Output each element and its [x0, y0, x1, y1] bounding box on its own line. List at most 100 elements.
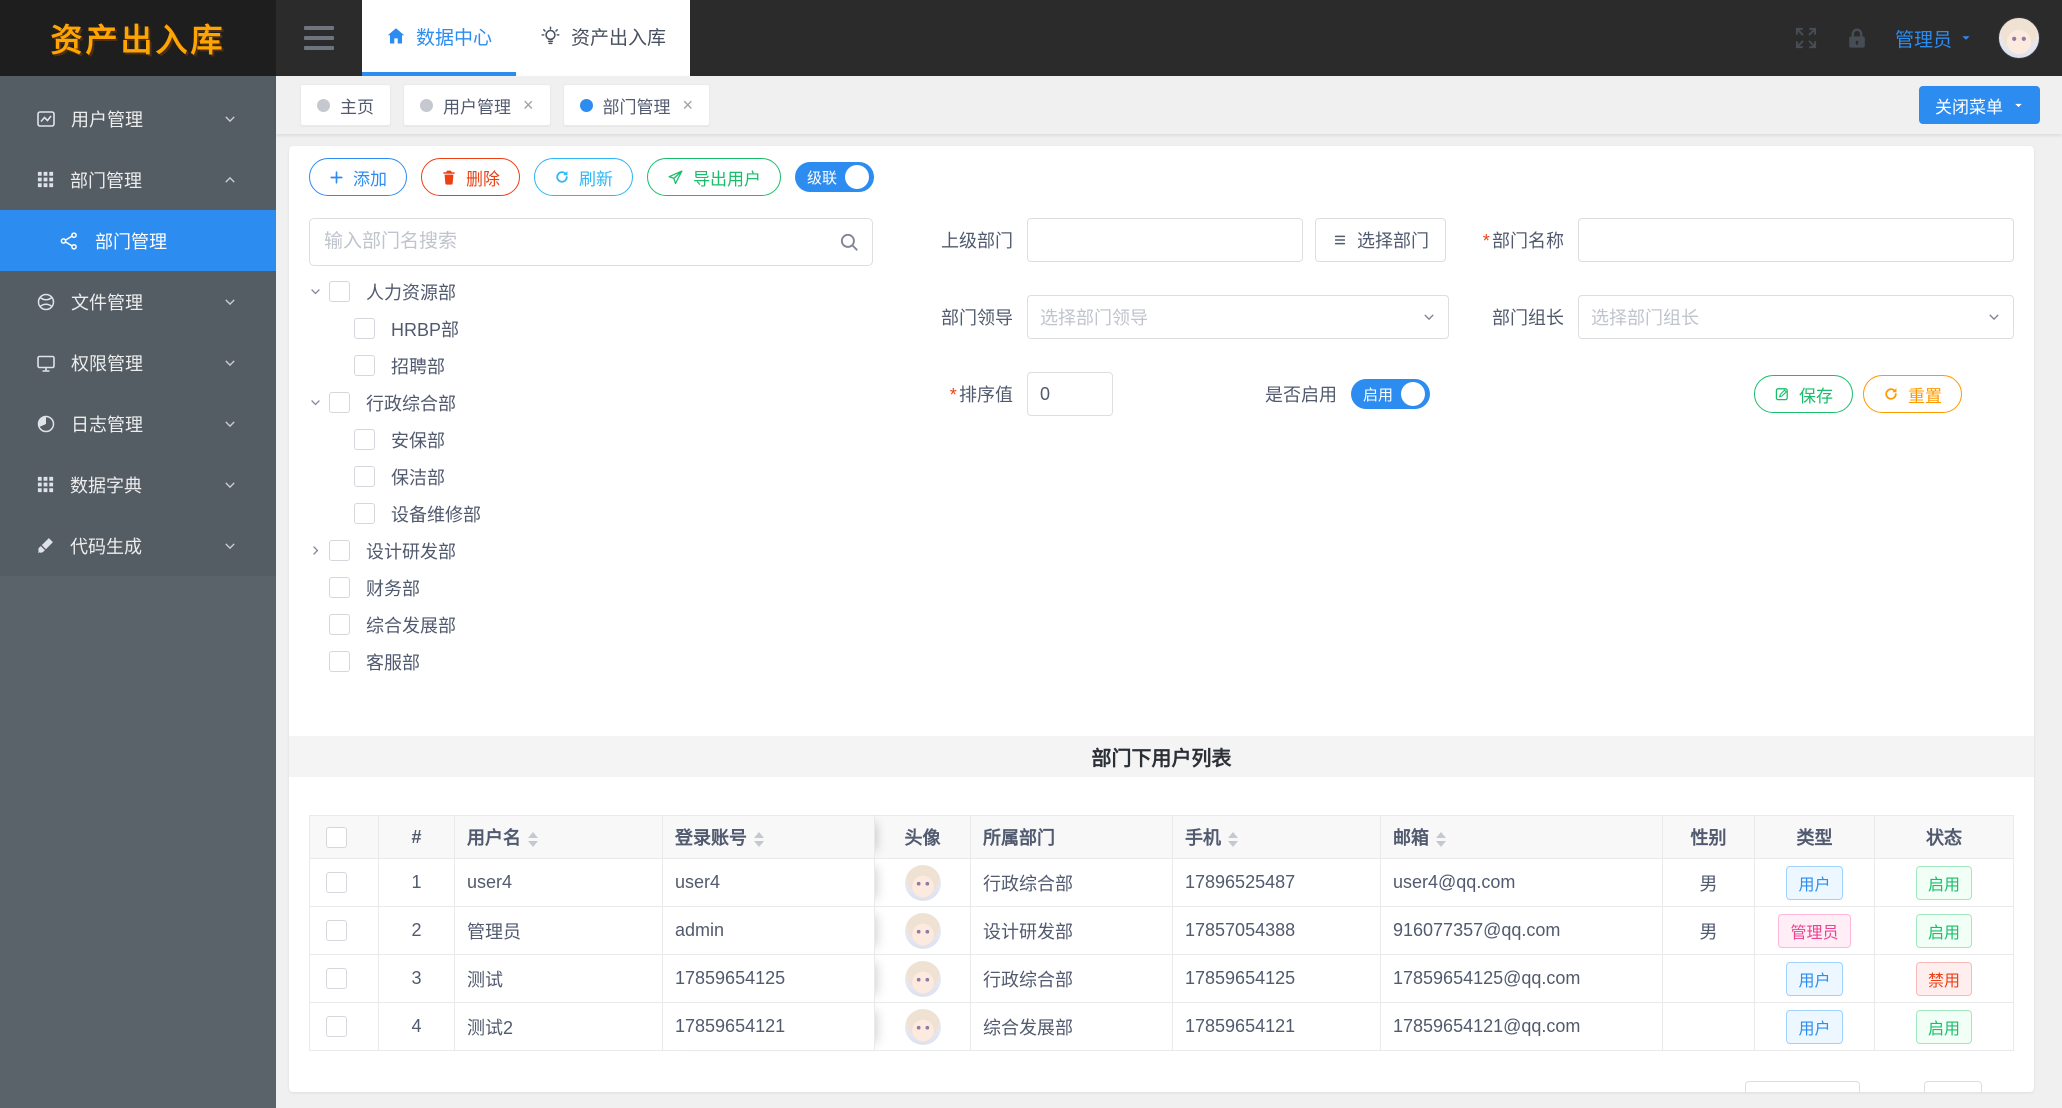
sidebar-item-file-management[interactable]: 文件管理 [0, 271, 276, 332]
sort-icons[interactable] [528, 831, 538, 847]
next-page-button[interactable]: › [1715, 1089, 1731, 1093]
save-button[interactable]: 保存 [1754, 375, 1853, 413]
tree-checkbox[interactable] [354, 466, 375, 487]
close-icon[interactable]: × [523, 95, 534, 116]
cell-account: 17859654121 [663, 1003, 875, 1051]
dept-search-input[interactable] [309, 218, 873, 266]
hamburger-menu-button[interactable] [276, 0, 362, 76]
table-row[interactable]: 1 user4 user4 行政综合部 17896525487 user4@qq… [309, 859, 2014, 907]
tree-node-label: 保洁部 [391, 467, 445, 488]
dept-head-select[interactable]: 选择部门组长 [1578, 295, 2014, 339]
chevron-down-icon[interactable] [309, 396, 329, 409]
chevron-down-icon[interactable] [309, 285, 329, 298]
close-icon[interactable]: × [683, 95, 694, 116]
chevron-down-icon [223, 478, 237, 492]
parent-dept-input[interactable] [1027, 218, 1303, 262]
close-menu-button[interactable]: 关闭菜单 [1919, 86, 2040, 124]
prev-page-button[interactable]: ‹ [1649, 1089, 1665, 1093]
dept-leader-select[interactable]: 选择部门领导 [1027, 295, 1449, 339]
sidebar-item-permission-management[interactable]: 权限管理 [0, 332, 276, 393]
tree-node[interactable]: 安保部 [309, 421, 873, 458]
type-badge: 用户 [1786, 961, 1843, 996]
sidebar-item-log-management[interactable]: 日志管理 [0, 393, 276, 454]
cell-phone: 17857054388 [1173, 907, 1381, 955]
page-size-select[interactable]: 10 条/页 [1744, 1081, 1860, 1092]
bulb-icon [540, 26, 561, 47]
dept-name-input[interactable] [1578, 218, 2014, 262]
tree-checkbox[interactable] [354, 355, 375, 376]
tree-checkbox[interactable] [354, 503, 375, 524]
tree-checkbox[interactable] [329, 614, 350, 635]
enabled-toggle[interactable]: 启用 [1351, 379, 1431, 409]
sort-value-input[interactable] [1027, 372, 1113, 416]
add-button[interactable]: 添加 [309, 158, 407, 196]
select-all-checkbox[interactable] [325, 826, 347, 848]
jump-page-input[interactable] [1924, 1081, 1982, 1092]
chevron-right-icon[interactable] [309, 544, 329, 557]
sort-icons[interactable] [754, 831, 764, 847]
chevron-down-icon [1422, 310, 1436, 324]
status-badge: 启用 [1915, 1009, 1972, 1044]
tree-node[interactable]: HRBP部 [309, 310, 873, 347]
row-checkbox[interactable] [325, 872, 347, 894]
tree-checkbox[interactable] [329, 281, 350, 302]
select-dept-button[interactable]: 选择部门 [1315, 218, 1446, 262]
dept-tree: 人力资源部 HRBP部 招聘部 行政综合部 安保部 保洁部 设备维修部 设计研发… [309, 273, 873, 680]
tree-checkbox[interactable] [329, 577, 350, 598]
tab-chip-user-management[interactable]: 用户管理 × [403, 84, 551, 126]
cell-dept: 设计研发部 [971, 907, 1173, 955]
status-badge: 启用 [1915, 865, 1972, 900]
brand-logo-text: 资产出入库 [50, 22, 226, 58]
tree-checkbox[interactable] [329, 540, 350, 561]
tree-checkbox[interactable] [354, 318, 375, 339]
tree-node[interactable]: 保洁部 [309, 458, 873, 495]
sort-icons[interactable] [1436, 831, 1446, 847]
row-checkbox[interactable] [325, 1016, 347, 1038]
tree-node[interactable]: 客服部 [309, 643, 873, 680]
lock-icon[interactable] [1845, 26, 1869, 50]
fullscreen-icon[interactable] [1793, 25, 1819, 51]
delete-button[interactable]: 删除 [421, 158, 520, 196]
current-page[interactable]: 1 [1679, 1091, 1701, 1093]
tab-chip-home[interactable]: 主页 [300, 84, 391, 126]
content-area: 添加 删除 刷新 导出用户 级联 输入部门名搜索 人力资源部 HRBP部 招聘部… [276, 134, 2062, 1108]
sidebar-subitem-dept-management-active[interactable]: 部门管理 [0, 210, 276, 271]
sidebar-item-code-generation[interactable]: 代码生成 [0, 515, 276, 576]
tree-node[interactable]: 综合发展部 [309, 606, 873, 643]
tree-checkbox[interactable] [354, 429, 375, 450]
sidebar-item-dept-management[interactable]: 部门管理 [0, 149, 276, 210]
sidebar-item-data-dictionary[interactable]: 数据字典 [0, 454, 276, 515]
hamburger-icon [304, 26, 334, 50]
tab-asset-warehouse[interactable]: 资产出入库 [516, 0, 690, 76]
tree-node[interactable]: 人力资源部 [309, 273, 873, 310]
tree-node[interactable]: 招聘部 [309, 347, 873, 384]
tab-data-center[interactable]: 数据中心 [362, 0, 517, 76]
reset-button[interactable]: 重置 [1863, 375, 1962, 413]
table-row[interactable]: 3 测试 17859654125 行政综合部 17859654125 17859… [309, 955, 2014, 1003]
plus-icon [329, 170, 344, 185]
tree-checkbox[interactable] [329, 392, 350, 413]
tree-checkbox[interactable] [329, 651, 350, 672]
col-account: 登录账号 [663, 815, 875, 859]
cell-index: 3 [379, 955, 455, 1003]
topbar: 数据中心 资产出入库 管理员 [276, 0, 2062, 76]
tree-node[interactable]: 设计研发部 [309, 532, 873, 569]
user-dropdown[interactable]: 管理员 [1895, 25, 1972, 52]
tree-node[interactable]: 设备维修部 [309, 495, 873, 532]
table-row[interactable]: 2 管理员 admin 设计研发部 17857054388 916077357@… [309, 907, 2014, 955]
export-users-button[interactable]: 导出用户 [647, 158, 781, 196]
table-row[interactable]: 4 测试2 17859654121 综合发展部 17859654121 1785… [309, 1003, 2014, 1051]
row-checkbox[interactable] [325, 920, 347, 942]
sort-value-label: * 排序值 [948, 385, 1013, 405]
tab-chip-dept-management[interactable]: 部门管理 × [562, 84, 711, 126]
cell-phone: 17896525487 [1173, 859, 1381, 907]
row-checkbox[interactable] [325, 968, 347, 990]
sidebar-item-user-management[interactable]: 用户管理 [0, 88, 276, 149]
cascade-toggle[interactable]: 级联 [795, 162, 875, 192]
brand-logo[interactable]: 资产出入库 [0, 0, 276, 76]
tree-node[interactable]: 财务部 [309, 569, 873, 606]
refresh-button[interactable]: 刷新 [534, 158, 633, 196]
tree-node[interactable]: 行政综合部 [309, 384, 873, 421]
user-avatar[interactable] [1998, 17, 2040, 59]
sort-icons[interactable] [1228, 831, 1238, 847]
